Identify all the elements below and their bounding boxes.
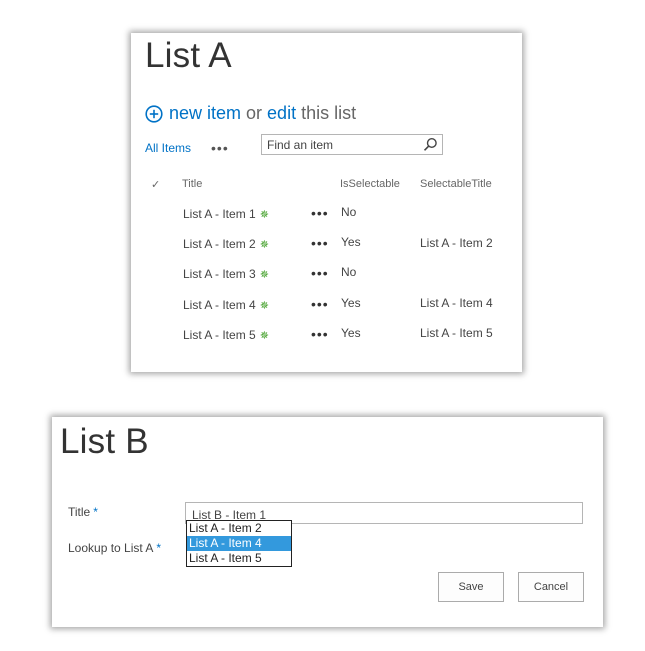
item-title-cell: List A - Item 3 ✵ [183, 267, 269, 281]
header-selectabletitle[interactable]: SelectableTitle [420, 178, 492, 190]
item-list: List A - Item 1 ✵ ••• No List A - Item 2 ✵… [131, 203, 522, 353]
item-title-link[interactable]: List A - Item 4 [183, 298, 256, 312]
view-selector: All Items ••• [145, 138, 229, 158]
isselectable-cell: Yes [341, 326, 361, 340]
page-title: List A [145, 36, 232, 75]
item-title-cell: List A - Item 2 ✵ [183, 237, 269, 251]
required-marker: * [156, 541, 162, 555]
title-label: Title * [68, 505, 98, 519]
list-b-panel: List B Title* Lookup to List A* List A -… [52, 417, 603, 627]
lookup-label: Lookup to List A * [68, 541, 161, 555]
item-menu-button[interactable]: ••• [311, 296, 329, 312]
item-menu-button[interactable]: ••• [311, 205, 329, 221]
new-item-bar: new item or edit this list [145, 103, 356, 124]
table-row[interactable]: List A - Item 2 ✵ ••• Yes List A - Item 2 [131, 233, 522, 263]
new-item-icon: ✵ [259, 300, 269, 312]
item-title-cell: List A - Item 1 ✵ [183, 207, 269, 221]
selectabletitle-cell: List A - Item 2 [420, 236, 493, 250]
lookup-label-text: Lookup to List A [68, 541, 154, 555]
isselectable-cell: Yes [341, 296, 361, 310]
cancel-button[interactable]: Cancel [518, 572, 584, 602]
column-headers: ✓ Title IsSelectable SelectableTitle [131, 178, 522, 194]
table-row[interactable]: List A - Item 3 ✵ ••• No [131, 263, 522, 293]
item-menu-button[interactable]: ••• [311, 265, 329, 281]
new-item-link[interactable]: new item [169, 103, 241, 124]
page-title: List B [60, 422, 149, 461]
item-title-cell: List A - Item 4 ✵ [183, 298, 269, 312]
table-row[interactable]: List A - Item 4 ✵ ••• Yes List A - Item 4 [131, 293, 522, 323]
new-item-icon: ✵ [259, 269, 269, 281]
header-isselectable[interactable]: IsSelectable [340, 178, 400, 190]
edit-link[interactable]: edit [267, 103, 296, 124]
search-input[interactable] [262, 135, 417, 154]
isselectable-cell: No [341, 265, 357, 279]
title-label-text: Title [68, 505, 91, 519]
plus-circle-icon[interactable] [145, 104, 163, 123]
save-button[interactable]: Save [438, 572, 504, 602]
search-box [261, 134, 443, 155]
isselectable-cell: No [341, 205, 357, 219]
lookup-option[interactable]: List A - Item 2 [187, 521, 291, 536]
search-icon[interactable] [423, 137, 438, 152]
or-text: or [246, 103, 263, 123]
item-title-link[interactable]: List A - Item 1 [183, 207, 256, 221]
isselectable-cell: Yes [341, 235, 361, 249]
new-item-icon: ✵ [259, 330, 269, 342]
this-list-text: this list [301, 103, 357, 123]
lookup-option[interactable]: List A - Item 5 [187, 551, 291, 566]
new-item-icon: ✵ [259, 239, 269, 251]
item-menu-button[interactable]: ••• [311, 326, 329, 342]
check-icon[interactable]: ✓ [151, 178, 160, 191]
table-row[interactable]: List A - Item 1 ✵ ••• No [131, 203, 522, 233]
item-title-link[interactable]: List A - Item 2 [183, 237, 256, 251]
view-all-items[interactable]: All Items [145, 141, 191, 155]
lookup-option-selected[interactable]: List A - Item 4 [187, 536, 291, 551]
more-views-button[interactable]: ••• [211, 140, 229, 156]
selectabletitle-cell: List A - Item 4 [420, 296, 493, 310]
item-menu-button[interactable]: ••• [311, 235, 329, 251]
header-title[interactable]: Title [182, 178, 202, 190]
new-item-icon: ✵ [259, 209, 269, 221]
list-a-panel: List A new item or edit this list All It… [131, 33, 522, 372]
item-title-link[interactable]: List A - Item 5 [183, 328, 256, 342]
item-title-cell: List A - Item 5 ✵ [183, 328, 269, 342]
required-marker: * [93, 505, 98, 519]
table-row[interactable]: List A - Item 5 ✵ ••• Yes List A - Item 5 [131, 323, 522, 353]
item-title-link[interactable]: List A - Item 3 [183, 267, 256, 281]
selectabletitle-cell: List A - Item 5 [420, 326, 493, 340]
lookup-dropdown-list[interactable]: List A - Item 2 List A - Item 4 List A -… [186, 520, 292, 567]
